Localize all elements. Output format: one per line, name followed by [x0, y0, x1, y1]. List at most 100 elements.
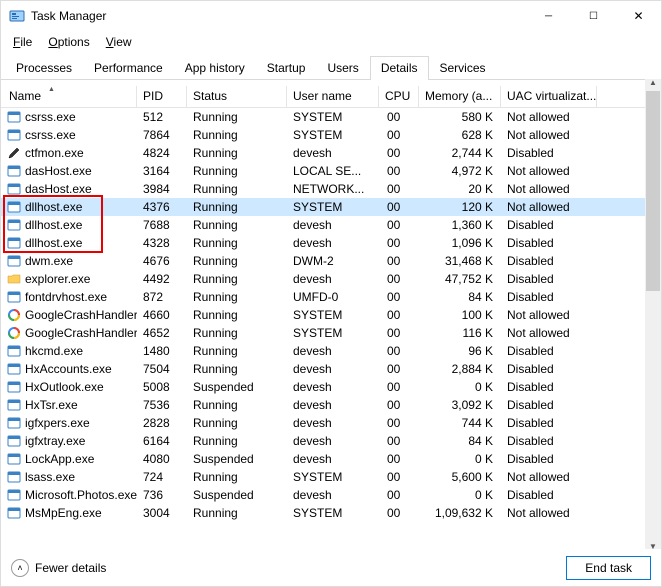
- table-row[interactable]: Microsoft.Photos.exe736Suspendeddevesh00…: [1, 486, 661, 504]
- window-controls: ─ ☐ ✕: [526, 1, 661, 31]
- table-row[interactable]: dasHost.exe3164RunningLOCAL SE...004,972…: [1, 162, 661, 180]
- footer: ˄ Fewer details End task: [1, 550, 661, 586]
- cell-pid: 4328: [137, 235, 187, 251]
- cell-cpu: 00: [379, 379, 419, 395]
- scroll-up-icon[interactable]: ▲: [645, 74, 661, 90]
- cell-cpu: 00: [379, 325, 419, 341]
- cell-cpu: 00: [379, 361, 419, 377]
- cell-cpu: 00: [379, 487, 419, 503]
- vertical-scrollbar[interactable]: ▲ ▼: [645, 79, 661, 549]
- close-button[interactable]: ✕: [616, 1, 661, 31]
- cell-pid: 7504: [137, 361, 187, 377]
- maximize-button[interactable]: ☐: [571, 1, 616, 31]
- table-row[interactable]: csrss.exe512RunningSYSTEM00580 KNot allo…: [1, 108, 661, 126]
- table-row[interactable]: dllhost.exe7688Runningdevesh001,360 KDis…: [1, 216, 661, 234]
- process-name: LockApp.exe: [25, 452, 94, 466]
- process-icon: [7, 254, 21, 268]
- cell-user: devesh: [287, 217, 379, 233]
- table-row[interactable]: lsass.exe724RunningSYSTEM005,600 KNot al…: [1, 468, 661, 486]
- col-uac[interactable]: UAC virtualizat...: [501, 86, 597, 107]
- table-row[interactable]: csrss.exe7864RunningSYSTEM00628 KNot all…: [1, 126, 661, 144]
- scroll-thumb[interactable]: [646, 91, 660, 291]
- cell-cpu: 00: [379, 397, 419, 413]
- table-row[interactable]: MsMpEng.exe3004RunningSYSTEM001,09,632 K…: [1, 504, 661, 522]
- table-row[interactable]: HxOutlook.exe5008Suspendeddevesh000 KDis…: [1, 378, 661, 396]
- table-row[interactable]: GoogleCrashHandler...4652RunningSYSTEM00…: [1, 324, 661, 342]
- cell-cpu: 00: [379, 469, 419, 485]
- col-memory[interactable]: Memory (a...: [419, 86, 501, 107]
- cell-uac: Not allowed: [501, 307, 597, 323]
- cell-memory: 47,752 K: [419, 271, 501, 287]
- tab-users[interactable]: Users: [316, 56, 369, 80]
- table-row[interactable]: igfxpers.exe2828Runningdevesh00744 KDisa…: [1, 414, 661, 432]
- cell-status: Running: [187, 307, 287, 323]
- tab-processes[interactable]: Processes: [5, 56, 83, 80]
- cell-user: NETWORK...: [287, 181, 379, 197]
- table-row[interactable]: GoogleCrashHandler...4660RunningSYSTEM00…: [1, 306, 661, 324]
- cell-uac: Not allowed: [501, 325, 597, 341]
- tab-services[interactable]: Services: [429, 56, 497, 80]
- col-user[interactable]: User name: [287, 86, 379, 107]
- cell-memory: 0 K: [419, 379, 501, 395]
- col-pid[interactable]: PID: [137, 86, 187, 107]
- table-row[interactable]: LockApp.exe4080Suspendeddevesh000 KDisab…: [1, 450, 661, 468]
- table-row[interactable]: hkcmd.exe1480Runningdevesh0096 KDisabled: [1, 342, 661, 360]
- cell-uac: Disabled: [501, 379, 597, 395]
- process-icon: [7, 236, 21, 250]
- cell-cpu: 00: [379, 343, 419, 359]
- fewer-details-button[interactable]: ˄ Fewer details: [11, 559, 106, 577]
- table-row[interactable]: ctfmon.exe4824Runningdevesh002,744 KDisa…: [1, 144, 661, 162]
- process-icon: [7, 434, 21, 448]
- col-name[interactable]: Name▲: [1, 86, 137, 107]
- table-row[interactable]: fontdrvhost.exe872RunningUMFD-00084 KDis…: [1, 288, 661, 306]
- table-row[interactable]: dwm.exe4676RunningDWM-20031,468 KDisable…: [1, 252, 661, 270]
- window-title: Task Manager: [31, 9, 526, 23]
- cell-pid: 4492: [137, 271, 187, 287]
- menu-item[interactable]: File: [5, 33, 40, 49]
- fewer-details-label: Fewer details: [35, 561, 106, 575]
- tab-app-history[interactable]: App history: [174, 56, 256, 80]
- table-row[interactable]: dllhost.exe4328Runningdevesh001,096 KDis…: [1, 234, 661, 252]
- process-name: lsass.exe: [25, 470, 75, 484]
- end-task-button[interactable]: End task: [566, 556, 651, 580]
- process-icon: [7, 344, 21, 358]
- cell-status: Running: [187, 415, 287, 431]
- cell-pid: 4080: [137, 451, 187, 467]
- menu-item[interactable]: View: [98, 33, 140, 49]
- table-row[interactable]: HxTsr.exe7536Runningdevesh003,092 KDisab…: [1, 396, 661, 414]
- table-row[interactable]: HxAccounts.exe7504Runningdevesh002,884 K…: [1, 360, 661, 378]
- process-icon: [7, 488, 21, 502]
- tab-performance[interactable]: Performance: [83, 56, 174, 80]
- table-row[interactable]: igfxtray.exe6164Runningdevesh0084 KDisab…: [1, 432, 661, 450]
- cell-pid: 1480: [137, 343, 187, 359]
- table-row[interactable]: explorer.exe4492Runningdevesh0047,752 KD…: [1, 270, 661, 288]
- cell-memory: 100 K: [419, 307, 501, 323]
- cell-memory: 2,744 K: [419, 145, 501, 161]
- cell-user: SYSTEM: [287, 469, 379, 485]
- table-row[interactable]: dllhost.exe4376RunningSYSTEM00120 KNot a…: [1, 198, 661, 216]
- cell-memory: 0 K: [419, 487, 501, 503]
- cell-user: devesh: [287, 397, 379, 413]
- col-cpu[interactable]: CPU: [379, 86, 419, 107]
- tab-startup[interactable]: Startup: [256, 56, 317, 80]
- menu-bar: FileOptionsView: [1, 31, 661, 53]
- tab-details[interactable]: Details: [370, 56, 429, 80]
- cell-user: devesh: [287, 271, 379, 287]
- cell-memory: 120 K: [419, 199, 501, 215]
- cell-user: devesh: [287, 451, 379, 467]
- cell-user: SYSTEM: [287, 109, 379, 125]
- cell-user: devesh: [287, 145, 379, 161]
- cell-user: devesh: [287, 433, 379, 449]
- minimize-button[interactable]: ─: [526, 1, 571, 31]
- cell-cpu: 00: [379, 505, 419, 521]
- app-icon: [9, 8, 25, 24]
- cell-pid: 7864: [137, 127, 187, 143]
- process-name: igfxtray.exe: [25, 434, 85, 448]
- menu-item[interactable]: Options: [40, 33, 97, 49]
- cell-pid: 4652: [137, 325, 187, 341]
- cell-pid: 5008: [137, 379, 187, 395]
- col-status[interactable]: Status: [187, 86, 287, 107]
- title-bar: Task Manager ─ ☐ ✕: [1, 1, 661, 31]
- table-row[interactable]: dasHost.exe3984RunningNETWORK...0020 KNo…: [1, 180, 661, 198]
- cell-memory: 1,096 K: [419, 235, 501, 251]
